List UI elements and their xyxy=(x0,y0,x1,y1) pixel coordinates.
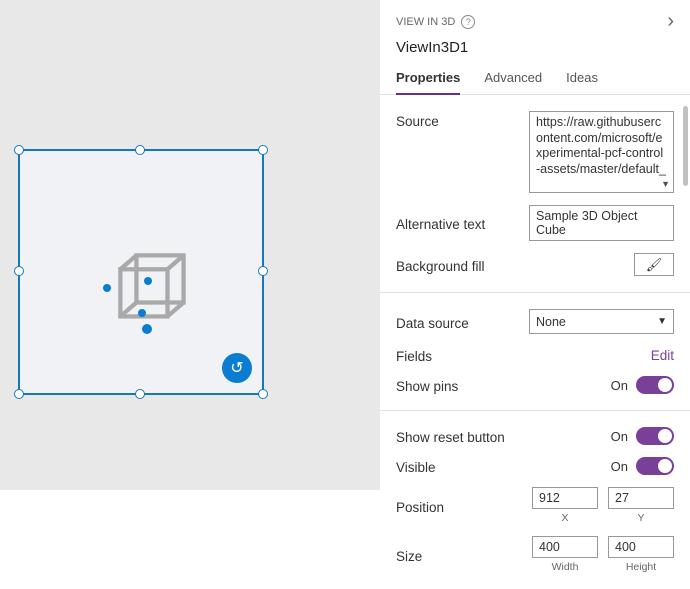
position-y-sublabel: Y xyxy=(637,512,644,524)
properties-panel: VIEW IN 3D ? › ViewIn3D1 Properties Adva… xyxy=(380,0,690,573)
fields-label: Fields xyxy=(396,346,651,364)
resize-handle-tm[interactable] xyxy=(135,145,145,155)
visible-label: Visible xyxy=(396,457,611,475)
showreset-state: On xyxy=(611,429,628,444)
position-label: Position xyxy=(396,497,532,515)
canvas-area[interactable]: ↺ xyxy=(0,0,380,573)
showpins-label: Show pins xyxy=(396,376,611,394)
dropdown-caret-icon[interactable]: ▼ xyxy=(661,179,670,190)
showpins-state: On xyxy=(611,378,628,393)
position-x-input[interactable]: 912 xyxy=(532,487,598,509)
pin-marker[interactable] xyxy=(138,309,146,317)
resize-handle-tr[interactable] xyxy=(258,145,268,155)
viewin3d-control[interactable]: ↺ xyxy=(18,149,264,395)
resize-handle-mr[interactable] xyxy=(258,266,268,276)
size-height-input[interactable]: 400 xyxy=(608,536,674,558)
alttext-label: Alternative text xyxy=(396,214,529,232)
resize-handle-br[interactable] xyxy=(258,389,268,399)
alttext-input[interactable]: Sample 3D Object Cube xyxy=(529,205,674,241)
panel-scrollbar[interactable] xyxy=(683,106,688,186)
chevron-down-icon: ▼ xyxy=(657,316,667,327)
pin-marker[interactable] xyxy=(144,277,152,285)
source-label: Source xyxy=(396,111,529,129)
chevron-right-icon[interactable]: › xyxy=(667,10,674,33)
paint-bucket-icon: 🖌 xyxy=(646,257,663,273)
datasource-value: None xyxy=(536,315,566,329)
position-x-sublabel: X xyxy=(561,512,568,524)
showreset-toggle[interactable] xyxy=(636,427,674,445)
bgfill-label: Background fill xyxy=(396,256,529,274)
datasource-label: Data source xyxy=(396,313,529,331)
control-name: ViewIn3D1 xyxy=(396,33,674,56)
size-label: Size xyxy=(396,546,532,564)
cube-preview-icon xyxy=(115,250,190,325)
position-y-input[interactable]: 27 xyxy=(608,487,674,509)
help-icon[interactable]: ? xyxy=(461,15,475,29)
pin-marker[interactable] xyxy=(142,324,152,334)
bgfill-swatch[interactable]: 🖌 xyxy=(634,253,674,276)
reset-view-button[interactable]: ↺ xyxy=(222,353,252,383)
tabs: Properties Advanced Ideas xyxy=(380,70,690,95)
reset-icon: ↺ xyxy=(230,358,243,378)
fields-edit-link[interactable]: Edit xyxy=(651,348,674,363)
visible-toggle[interactable] xyxy=(636,457,674,475)
tab-ideas[interactable]: Ideas xyxy=(566,70,598,94)
breadcrumb[interactable]: VIEW IN 3D xyxy=(396,16,455,28)
size-width-sublabel: Width xyxy=(552,561,579,573)
visible-state: On xyxy=(611,459,628,474)
tab-properties[interactable]: Properties xyxy=(396,70,460,95)
showpins-toggle[interactable] xyxy=(636,376,674,394)
source-value: https://raw.githubusercontent.com/micros… xyxy=(536,115,666,176)
tab-advanced[interactable]: Advanced xyxy=(484,70,542,94)
datasource-select[interactable]: None ▼ xyxy=(529,309,674,334)
size-height-sublabel: Height xyxy=(626,561,656,573)
size-width-input[interactable]: 400 xyxy=(532,536,598,558)
source-input[interactable]: https://raw.githubusercontent.com/micros… xyxy=(529,111,674,193)
showreset-label: Show reset button xyxy=(396,427,611,445)
resize-handle-ml[interactable] xyxy=(14,266,24,276)
resize-handle-tl[interactable] xyxy=(14,145,24,155)
resize-handle-bm[interactable] xyxy=(135,389,145,399)
resize-handle-bl[interactable] xyxy=(14,389,24,399)
pin-marker[interactable] xyxy=(103,284,111,292)
